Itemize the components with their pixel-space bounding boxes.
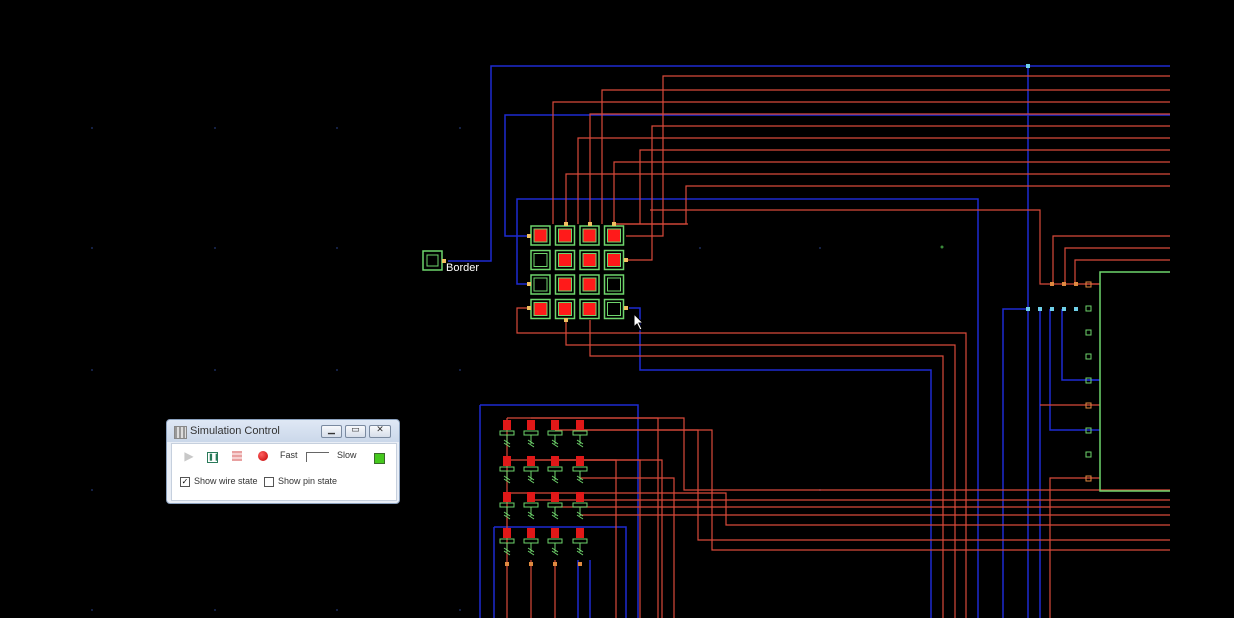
- pin-marker: [529, 562, 533, 566]
- show-wire-state-checkbox[interactable]: ✓: [180, 477, 190, 487]
- window-title: Simulation Control: [190, 425, 280, 437]
- led-cell[interactable]: [603, 249, 625, 271]
- slow-label: Slow: [337, 450, 357, 460]
- close-icon: ✕: [376, 424, 384, 434]
- pin-marker: [612, 222, 616, 226]
- pin-marker: [505, 562, 509, 566]
- pin-marker: [527, 282, 531, 286]
- led-cell[interactable]: [554, 249, 576, 271]
- led-cell[interactable]: [554, 225, 576, 246]
- circuit-canvas[interactable]: [0, 0, 1234, 618]
- led-cell[interactable]: [603, 274, 625, 295]
- show-wire-state-label[interactable]: Show wire state: [194, 476, 258, 486]
- led-cell[interactable]: [603, 298, 625, 320]
- maximize-icon: ▭: [351, 424, 360, 434]
- led-cell[interactable]: [530, 249, 551, 271]
- led-cell[interactable]: [579, 249, 600, 271]
- output-component[interactable]: [1085, 271, 1170, 492]
- pause-icon: ❚❚: [208, 454, 220, 461]
- grid-marker: [940, 245, 944, 249]
- switch-cell[interactable]: [572, 420, 588, 448]
- switch-cell[interactable]: [523, 528, 539, 556]
- led-cell[interactable]: [530, 274, 551, 295]
- app-icon: [174, 426, 187, 439]
- led-cell[interactable]: [554, 298, 576, 320]
- speed-slider[interactable]: [306, 452, 329, 462]
- show-pin-state-checkbox[interactable]: [264, 477, 274, 487]
- pin-marker: [624, 306, 628, 310]
- record-button[interactable]: [258, 451, 268, 461]
- step-button[interactable]: [232, 451, 242, 461]
- close-button[interactable]: ✕: [369, 424, 391, 438]
- border-component[interactable]: [422, 250, 446, 271]
- led-cell[interactable]: [603, 225, 625, 246]
- switch-cell[interactable]: [572, 528, 588, 556]
- pin-marker: [553, 562, 557, 566]
- fast-label: Fast: [280, 450, 298, 460]
- pin-marker: [527, 306, 531, 310]
- pin-marker: [588, 222, 592, 226]
- switch-cell[interactable]: [547, 492, 563, 520]
- led-matrix[interactable]: [527, 222, 628, 322]
- output-pins: [1085, 281, 1092, 482]
- status-indicator: [374, 453, 385, 464]
- mouse-cursor: [633, 313, 645, 331]
- led-cell[interactable]: [579, 274, 600, 295]
- led-cell[interactable]: [579, 225, 600, 246]
- pin-marker: [624, 258, 628, 262]
- simulation-toolbar: ▶ ❚❚ Fast Slow ✓ Show wire state Show pi…: [171, 443, 397, 501]
- pin-marker: [527, 234, 531, 238]
- led-cell[interactable]: [579, 298, 600, 320]
- minimize-button[interactable]: ▁: [321, 424, 342, 438]
- pin-marker: [578, 562, 582, 566]
- maximize-button[interactable]: ▭: [345, 424, 366, 438]
- switch-cell[interactable]: [547, 528, 563, 556]
- junctions: [1026, 64, 1078, 311]
- play-button[interactable]: ▶: [182, 449, 196, 463]
- pause-button[interactable]: ❚❚: [207, 452, 220, 463]
- window-titlebar[interactable]: Simulation Control ▁ ▭ ✕: [167, 420, 399, 442]
- red-wires: [506, 75, 1170, 618]
- led-cell[interactable]: [554, 274, 576, 295]
- border-label: Border: [446, 262, 480, 274]
- simulation-control-window[interactable]: Simulation Control ▁ ▭ ✕ ▶ ❚❚ Fast Slow …: [166, 419, 400, 504]
- led-cell[interactable]: [530, 298, 551, 320]
- led-cell[interactable]: [530, 225, 551, 246]
- switch-cell[interactable]: [547, 420, 563, 448]
- pin-marker: [564, 222, 568, 226]
- show-pin-state-label[interactable]: Show pin state: [278, 476, 337, 486]
- switch-cell[interactable]: [523, 420, 539, 448]
- minimize-icon: ▁: [328, 424, 335, 434]
- pin-marker: [564, 318, 568, 322]
- switch-cell[interactable]: [523, 492, 539, 520]
- play-icon: ▶: [184, 449, 194, 463]
